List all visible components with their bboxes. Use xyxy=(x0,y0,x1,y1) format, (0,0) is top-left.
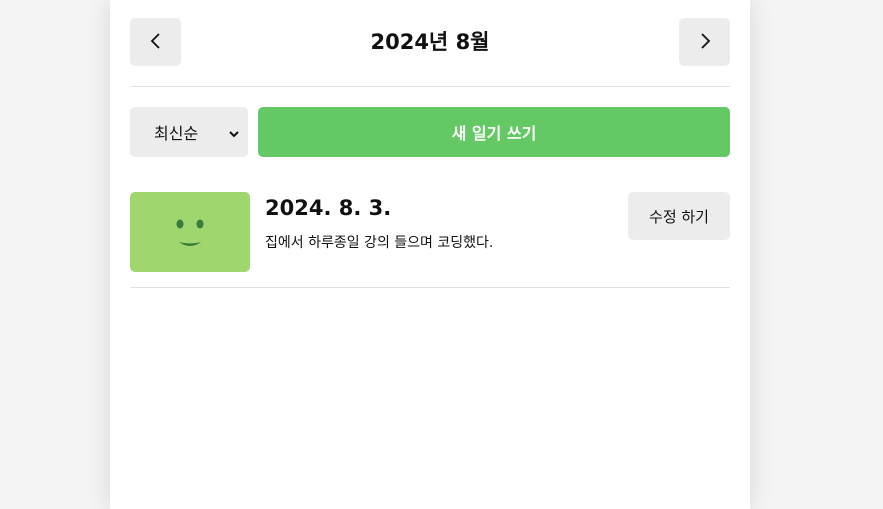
chevron-right-icon xyxy=(698,32,712,52)
sort-selected-value: 최신순 xyxy=(154,124,199,143)
chevron-down-icon xyxy=(228,125,240,138)
diary-list-item: 2024. 8. 3. 집에서 하루종일 강의 들으며 코딩했다. 수정 하기 xyxy=(130,192,730,272)
menu-bar: 최신순 새 일기 쓰기 xyxy=(130,107,730,157)
new-diary-button[interactable]: 새 일기 쓰기 xyxy=(258,107,730,157)
chevron-left-icon xyxy=(149,32,163,52)
sort-select[interactable]: 최신순 xyxy=(130,107,248,157)
emotion-image[interactable] xyxy=(130,192,250,272)
diary-date: 2024. 8. 3. xyxy=(265,196,392,220)
header-divider xyxy=(130,86,730,87)
smiling-face-icon xyxy=(176,219,204,246)
diary-info[interactable]: 2024. 8. 3. 집에서 하루종일 강의 들으며 코딩했다. xyxy=(265,192,605,272)
item-divider xyxy=(130,287,730,288)
diary-app: 2024년 8월 최신순 새 일기 쓰기 2024. 8. 3. 집에서 하루종… xyxy=(110,0,750,509)
next-month-button[interactable] xyxy=(679,18,730,66)
diary-content: 집에서 하루종일 강의 들으며 코딩했다. xyxy=(265,235,494,251)
header: 2024년 8월 xyxy=(130,18,730,66)
page-title: 2024년 8월 xyxy=(370,30,490,54)
edit-button[interactable]: 수정 하기 xyxy=(628,192,730,240)
prev-month-button[interactable] xyxy=(130,18,181,66)
